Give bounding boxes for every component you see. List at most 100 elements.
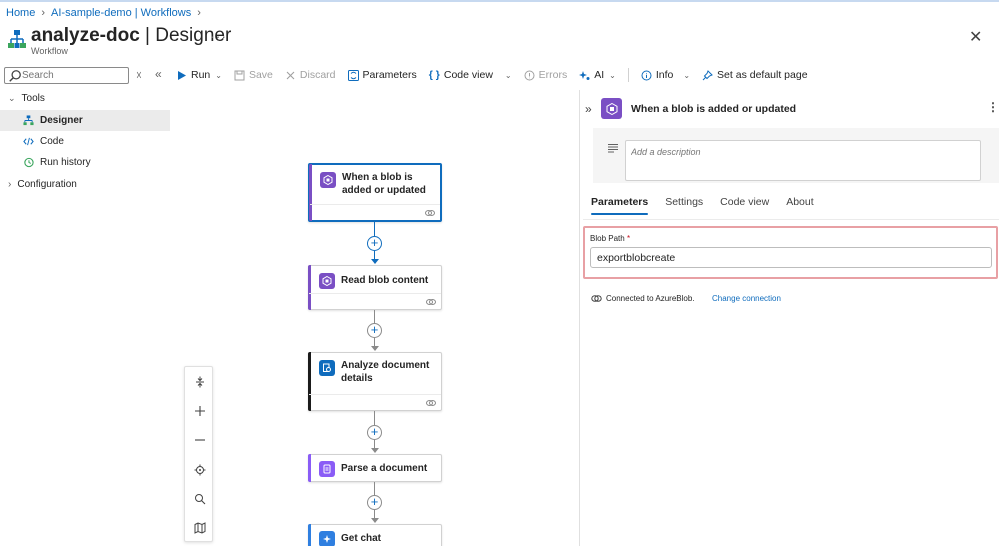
parameters-button[interactable]: Parameters — [347, 69, 417, 81]
plus-icon — [194, 405, 205, 416]
toolbar: Run ⌄ Save Discard Parameters { } Code v… — [176, 66, 820, 84]
tab-about[interactable]: About — [786, 196, 813, 213]
sidebar-item-designer[interactable]: Designer — [0, 110, 170, 131]
set-default-label: Set as default page — [717, 69, 808, 81]
breadcrumb-app[interactable]: AI-sample-demo | Workflows — [51, 7, 191, 19]
add-step-button[interactable]: + — [367, 323, 382, 338]
panel-tabs: Parameters Settings Code view About — [591, 196, 814, 215]
add-step-button[interactable]: + — [367, 236, 382, 251]
panel-more-options-icon[interactable]: ⋮ — [987, 100, 999, 114]
search-icon — [194, 493, 205, 504]
link-icon — [426, 299, 436, 305]
more-options-button[interactable]: ··· — [210, 28, 227, 44]
search-input[interactable] — [22, 70, 122, 81]
workflow-node-parse-document[interactable]: Parse a document — [308, 454, 442, 482]
nav-group-tools[interactable]: ⌄ Tools — [8, 93, 45, 104]
change-connection-link[interactable]: Change connection — [712, 294, 781, 303]
top-border — [0, 0, 999, 2]
save-button[interactable]: Save — [234, 69, 273, 81]
info-button[interactable]: Info ⌄ — [641, 69, 690, 81]
zoom-in-button[interactable] — [185, 396, 214, 425]
minimap-button[interactable] — [185, 513, 214, 542]
info-icon — [641, 70, 652, 80]
clear-search-icon[interactable]: ☓ — [136, 69, 142, 82]
add-step-button[interactable]: + — [367, 495, 382, 510]
workflow-icon — [8, 30, 26, 48]
chevron-down-icon: ⌄ — [609, 70, 616, 80]
workflow-name: analyze-doc — [31, 25, 140, 46]
blob-path-field[interactable] — [590, 247, 992, 268]
blob-path-input[interactable] — [597, 251, 985, 264]
nav-group-label: Configuration — [17, 179, 77, 190]
blob-icon — [319, 273, 335, 289]
add-step-button[interactable]: + — [367, 425, 382, 440]
tab-parameters[interactable]: Parameters — [591, 196, 649, 215]
sidebar-item-code[interactable]: Code — [0, 131, 170, 152]
designer-icon — [23, 115, 34, 126]
connection-icon — [591, 295, 602, 302]
description-field[interactable] — [625, 140, 981, 181]
blob-trigger-icon — [601, 98, 622, 119]
workflow-node-chat-completions[interactable]: Get chat completions — [308, 524, 442, 546]
run-button[interactable]: Run ⌄ — [176, 69, 222, 81]
discard-icon — [286, 71, 295, 79]
nav-group-label: Tools — [21, 93, 45, 104]
ai-button[interactable]: AI ⌄ — [579, 69, 616, 81]
connector-arrow — [371, 259, 379, 264]
node-label: Read blob content — [341, 275, 429, 286]
expand-panel-icon[interactable]: » — [585, 102, 592, 116]
parameters-label: Parameters — [362, 69, 417, 81]
parameters-icon — [347, 69, 359, 81]
search-icon — [9, 69, 21, 82]
canvas-controls — [184, 366, 213, 542]
tabs-divider — [583, 219, 999, 220]
breadcrumb-home[interactable]: Home — [6, 7, 35, 19]
pin-icon — [702, 69, 713, 80]
workflow-node-read-blob[interactable]: Read blob content — [308, 265, 442, 310]
tab-settings[interactable]: Settings — [665, 196, 703, 213]
close-button[interactable]: ✕ — [969, 27, 985, 46]
connector-arrow — [371, 518, 379, 523]
node-footer — [310, 204, 440, 220]
panel-title: When a blob is added or updated — [631, 103, 797, 115]
save-label: Save — [248, 69, 273, 81]
connector-arrow — [371, 448, 379, 453]
code-view-label: Code view — [443, 69, 493, 81]
code-view-button[interactable]: { } Code view ⌄ — [429, 69, 512, 81]
fit-view-button[interactable] — [185, 367, 214, 396]
workflow-node-trigger[interactable]: When a blob is added or updated — [308, 163, 442, 222]
page-subtitle: Workflow — [31, 46, 68, 56]
errors-label: Errors — [538, 69, 568, 81]
code-icon — [23, 137, 34, 146]
page-title: analyze-doc | Designer — [31, 25, 231, 47]
search-canvas-button[interactable] — [185, 484, 214, 513]
sidebar-item-label: Designer — [40, 115, 83, 126]
document-analysis-icon — [319, 360, 335, 376]
zoom-out-button[interactable] — [185, 425, 214, 454]
toolbar-divider — [627, 68, 629, 82]
tab-code-view[interactable]: Code view — [720, 196, 769, 213]
title-separator: | — [145, 25, 150, 46]
search-box[interactable] — [4, 67, 129, 84]
nav-group-configuration[interactable]: › Configuration — [8, 179, 77, 190]
node-label: Analyze document details — [341, 360, 430, 384]
panel-divider[interactable] — [579, 90, 580, 546]
info-label: Info — [655, 69, 674, 81]
history-icon — [24, 157, 34, 168]
node-accent-bar — [308, 454, 311, 482]
center-view-button[interactable] — [185, 455, 214, 484]
sidebar-item-label: Run history — [40, 157, 91, 168]
workflow-node-analyze-document[interactable]: Analyze document details — [308, 352, 442, 411]
description-input[interactable] — [631, 147, 975, 174]
openai-icon — [319, 531, 335, 546]
collapse-sidebar-icon[interactable]: « — [155, 67, 162, 81]
map-icon — [194, 521, 205, 534]
connector-line — [374, 222, 375, 236]
discard-label: Discard — [299, 69, 336, 81]
set-default-page-button[interactable]: Set as default page — [702, 69, 808, 81]
chevron-down-icon: ⌄ — [8, 93, 16, 103]
errors-button[interactable]: Errors — [524, 69, 568, 81]
discard-button[interactable]: Discard — [285, 69, 336, 81]
sidebar-item-run-history[interactable]: Run history — [0, 152, 170, 173]
ai-label: AI — [594, 69, 605, 81]
